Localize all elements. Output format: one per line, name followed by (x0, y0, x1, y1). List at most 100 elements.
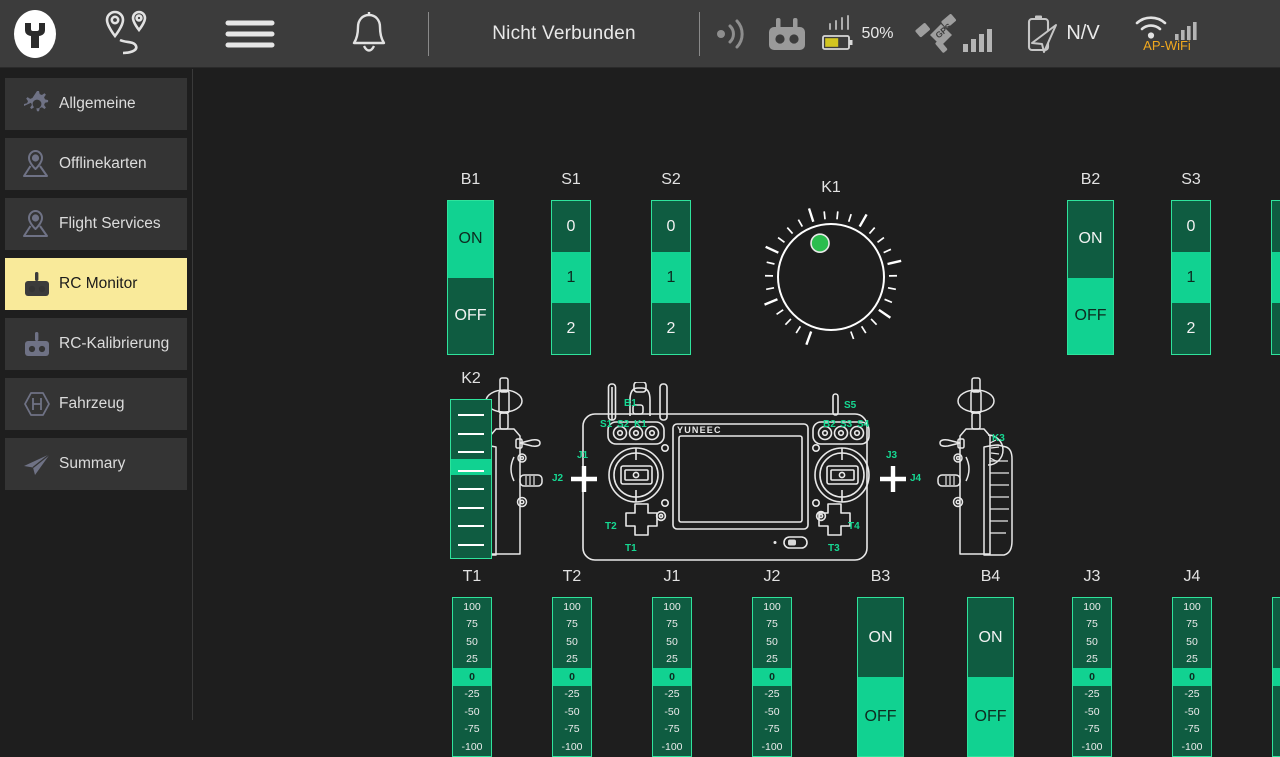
diagram-label-k1: K1 (634, 419, 647, 430)
top-status-bar: Nicht Verbunden (0, 0, 1280, 68)
channel-scale-row: 0 (1273, 668, 1280, 686)
channel-scale-row: 50 (453, 633, 491, 651)
switch-segment-s2-0: 0 (652, 201, 690, 252)
channel-scale-row: 50 (1073, 633, 1111, 651)
channel-scale-row: -25 (1173, 686, 1211, 704)
column-title-k1: K1 (786, 179, 876, 197)
map-pin-icon (15, 149, 59, 179)
switch-segment-b4-off: OFF (968, 677, 1013, 756)
channel-scale-row: 0 (753, 668, 791, 686)
channel-scale-row: 25 (1173, 651, 1211, 669)
switch-segment-s2-2: 2 (652, 303, 690, 354)
channel-scale-row: -25 (1073, 686, 1111, 704)
channel-scale-row: -75 (1173, 721, 1211, 739)
sidebar-item-summary[interactable]: Summary (5, 438, 187, 490)
wifi-status[interactable]: AP-WiFi (1108, 14, 1226, 53)
channel-scale-row: 0 (453, 668, 491, 686)
gear-icon (15, 89, 59, 119)
knob-bar-tick (458, 470, 484, 472)
channel-scale-row: -50 (1173, 703, 1211, 721)
column-title-s3: S3 (1146, 171, 1236, 189)
knob-bar-tick (458, 451, 484, 453)
channel-scale-row: -75 (553, 721, 591, 739)
yuneec-logo-icon[interactable] (0, 8, 70, 60)
channel-scale-row: 75 (1273, 616, 1280, 634)
column-title-j2: J2 (727, 568, 817, 586)
switch-segment-b1-off: OFF (448, 278, 493, 355)
knob-dial-indicator (811, 234, 829, 252)
channel-scale-row: -25 (453, 686, 491, 704)
channel-scale-row: -50 (453, 703, 491, 721)
channel-bar-t3: 1007550250-25-50-75-100 (1272, 597, 1280, 757)
sidebar-item-fahrzeug[interactable]: Fahrzeug (5, 378, 187, 430)
rc-controller-icon (15, 329, 59, 359)
knob-bar-tick (458, 414, 484, 416)
sidebar-item-allgemeine[interactable]: Allgemeine (5, 78, 187, 130)
channel-scale-row: 25 (653, 651, 691, 669)
channel-scale-row: 75 (653, 616, 691, 634)
sidebar-item-label: Flight Services (59, 215, 161, 233)
rc-controller-icon (15, 269, 59, 299)
rc-battery-icon: 50% (810, 15, 906, 53)
channel-bar-t2: 1007550250-25-50-75-100 (552, 597, 592, 757)
switch-b3: ONOFF (857, 597, 904, 757)
mission-waypoints-icon[interactable] (70, 10, 190, 58)
column-title-s1: S1 (526, 171, 616, 189)
knob-bar-tick (458, 525, 484, 527)
knob-bar-indicator (451, 459, 491, 475)
channel-bar-j3: 1007550250-25-50-75-100 (1072, 597, 1112, 757)
channel-scale-row: -25 (653, 686, 691, 704)
switch-segment-s4-1: 1 (1272, 252, 1280, 303)
channel-scale-row: 100 (1173, 598, 1211, 616)
channel-bar-t1: 1007550250-25-50-75-100 (452, 597, 492, 757)
hamburger-menu-icon[interactable] (190, 13, 310, 55)
switch-segment-s4-2: 2 (1272, 303, 1280, 354)
sidebar-item-offlinekarten[interactable]: Offlinekarten (5, 138, 187, 190)
channel-scale-row: -75 (753, 721, 791, 739)
switch-b4: ONOFF (967, 597, 1014, 757)
switch-segment-b4-on: ON (968, 598, 1013, 677)
diagram-label-j3: J3 (886, 450, 897, 461)
diagram-label-t3: T3 (828, 543, 840, 554)
channel-scale-row: -25 (753, 686, 791, 704)
channel-scale-row: 25 (753, 651, 791, 669)
hexagon-h-icon (15, 389, 59, 419)
sidebar-item-label: RC-Kalibrierung (59, 335, 169, 353)
channel-scale-row: 0 (553, 668, 591, 686)
diagram-label-s3: S3 (840, 419, 852, 430)
diagram-label-k3: K3 (992, 433, 1005, 444)
column-title-t3: T3 (1247, 568, 1280, 586)
map-pin-icon (15, 209, 59, 239)
diagram-label-s2: S2 (617, 419, 629, 430)
diagram-label-j4: J4 (910, 473, 921, 484)
column-title-t1: T1 (427, 568, 517, 586)
knob-dial-k1 (750, 196, 912, 358)
channel-scale-row: -25 (1273, 686, 1280, 704)
sidebar-item-rc-kalibrierung[interactable]: RC-Kalibrierung (5, 318, 187, 370)
gps-satellite-icon: GPS (906, 14, 1014, 54)
diagram-label-t4: T4 (848, 521, 860, 532)
sidebar-item-label: Summary (59, 455, 125, 473)
sidebar-item-flight-services[interactable]: Flight Services (5, 198, 187, 250)
channel-scale-row: 25 (453, 651, 491, 669)
channel-scale-row: 100 (1273, 598, 1280, 616)
channel-bar-j4: 1007550250-25-50-75-100 (1172, 597, 1212, 757)
rc-signal-icon (700, 18, 764, 50)
channel-scale-row: 50 (653, 633, 691, 651)
column-title-b4: B4 (946, 568, 1036, 586)
bell-notification-icon[interactable] (310, 10, 428, 58)
column-title-s2: S2 (626, 171, 716, 189)
channel-scale-row: -100 (753, 739, 791, 757)
channel-scale-row: -100 (653, 739, 691, 757)
rc-monitor-panel: YUNEEC (194, 69, 1280, 720)
switch-b1: ONOFF (447, 200, 494, 355)
column-title-j4: J4 (1147, 568, 1237, 586)
switch-segment-b3-on: ON (858, 598, 903, 677)
channel-scale-row: -25 (553, 686, 591, 704)
knob-bar-tick (458, 507, 484, 509)
sidebar-item-rc-monitor[interactable]: RC Monitor (5, 258, 187, 310)
diagram-label-t1: T1 (625, 543, 637, 554)
diagram-label-s4: S4 (857, 419, 869, 430)
rc-right-side-diagram (920, 377, 1020, 567)
sidebar-item-label: Fahrzeug (59, 395, 124, 413)
